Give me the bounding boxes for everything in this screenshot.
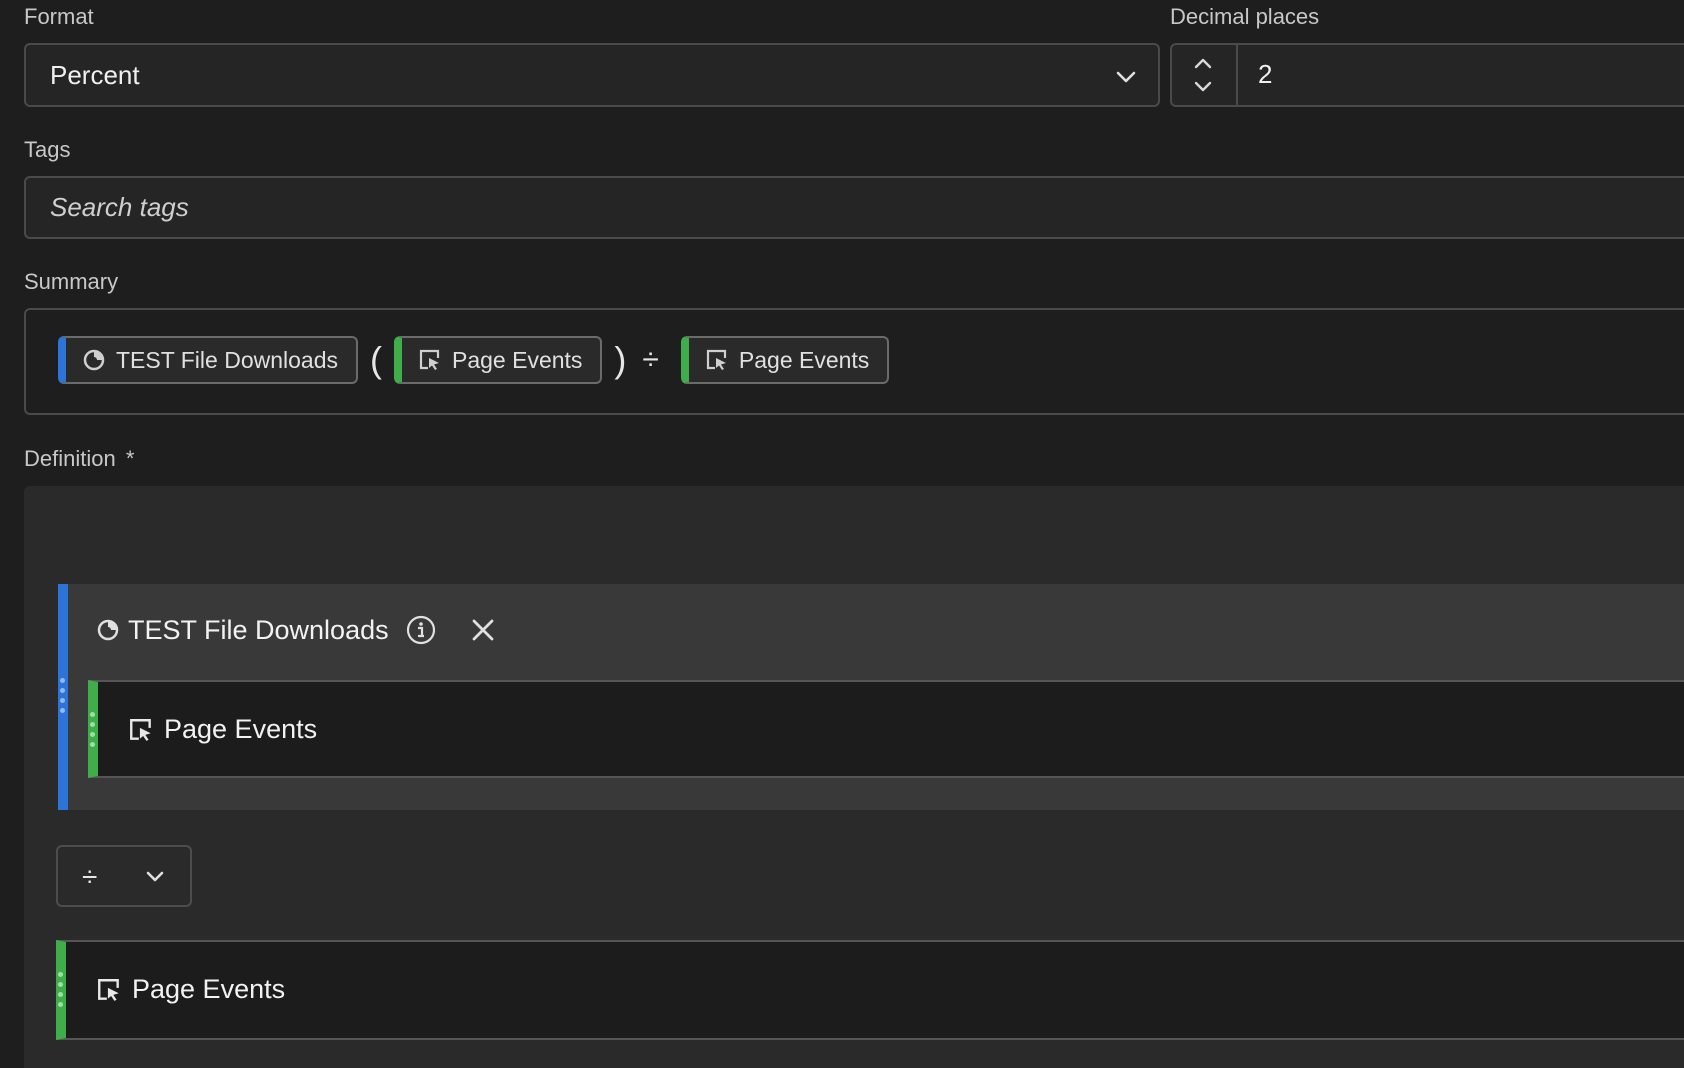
tags-placeholder: Search tags bbox=[50, 192, 189, 222]
chevron-down-icon[interactable] bbox=[1192, 79, 1214, 95]
format-label: Format bbox=[24, 4, 94, 29]
decimal-places-value[interactable]: 2 bbox=[1258, 59, 1272, 90]
decimal-places-label: Decimal places bbox=[1170, 4, 1320, 29]
page-event-icon bbox=[98, 978, 119, 1001]
nested-metric-name: Page Events bbox=[164, 714, 318, 744]
format-dropdown[interactable]: Percent bbox=[24, 43, 1160, 107]
page-event-icon bbox=[419, 349, 440, 370]
drag-handle[interactable] bbox=[90, 712, 95, 747]
metric-row[interactable]: Page Events bbox=[56, 940, 1684, 1040]
segment-icon bbox=[97, 619, 119, 641]
page-event-icon bbox=[130, 718, 151, 741]
tags-search-input[interactable]: Search tags bbox=[24, 176, 1684, 239]
summary-chip-label: Page Events bbox=[738, 346, 870, 373]
chevron-down-icon bbox=[1116, 71, 1136, 83]
operator-dropdown[interactable]: ÷ bbox=[56, 845, 192, 907]
drag-handle[interactable] bbox=[58, 972, 63, 1007]
divide-operator: ÷ bbox=[82, 861, 98, 892]
page-event-icon bbox=[706, 349, 726, 370]
segment-container-title: TEST File Downloads bbox=[128, 614, 389, 645]
divide-operator: ÷ bbox=[642, 343, 659, 376]
close-icon[interactable] bbox=[469, 616, 497, 644]
definition-label: Definition * bbox=[24, 446, 134, 472]
drag-handle[interactable] bbox=[60, 678, 65, 713]
summary-chip-segment: TEST File Downloads bbox=[58, 336, 358, 384]
decimal-stepper[interactable] bbox=[1172, 45, 1238, 105]
close-paren: ) bbox=[614, 339, 627, 380]
summary-chip-metric: Page Events bbox=[680, 336, 890, 384]
definition-label-text: Definition bbox=[24, 446, 116, 471]
decimal-places-field: 2 bbox=[1170, 43, 1684, 107]
segment-container[interactable]: TEST File Downloads Page Events bbox=[58, 584, 1684, 810]
nested-metric-label: Page Events bbox=[128, 714, 317, 745]
summary-expression: TEST File Downloads ( Page Events ) ÷ Pa… bbox=[58, 336, 890, 384]
format-value: Percent bbox=[50, 60, 140, 90]
segment-container-header: TEST File Downloads bbox=[96, 614, 497, 646]
metric-name: Page Events bbox=[132, 974, 286, 1004]
summary-chip-metric: Page Events bbox=[394, 336, 603, 384]
info-icon[interactable] bbox=[405, 614, 437, 646]
segment-icon bbox=[83, 349, 105, 371]
summary-chip-label: TEST File Downloads bbox=[116, 346, 338, 373]
summary-label: Summary bbox=[24, 269, 119, 294]
summary-chip-label: Page Events bbox=[452, 346, 583, 373]
open-paren: ( bbox=[370, 339, 382, 380]
chevron-up-icon[interactable] bbox=[1192, 55, 1214, 71]
metric-label: Page Events bbox=[96, 974, 285, 1005]
tags-label: Tags bbox=[24, 137, 71, 162]
nested-metric-row[interactable]: Page Events bbox=[88, 680, 1684, 778]
chevron-down-icon bbox=[146, 871, 164, 882]
required-mark: * bbox=[125, 446, 135, 471]
